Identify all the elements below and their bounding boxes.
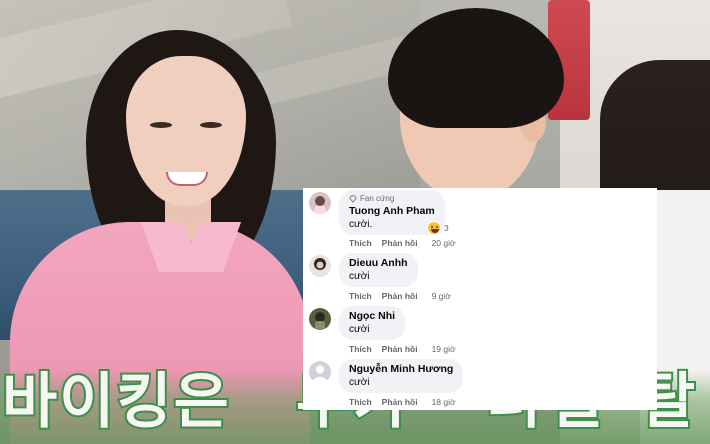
comment-time[interactable]: 19 giờ [432,344,456,354]
comment-panel: Fan cứng Tuong Anh Pham cười. 3 Thích Ph… [303,188,657,410]
reply-button[interactable]: Phản hồi [382,344,418,354]
comment-actions: Thích Phản hồi 20 giờ [349,238,456,248]
avatar[interactable] [309,308,331,330]
like-button[interactable]: Thích [349,238,372,248]
comment-text: cười. [349,219,373,230]
badge-label: Fan cứng [360,194,395,203]
fan-badge: Fan cứng [349,194,435,203]
comment-time[interactable]: 20 giờ [432,238,456,248]
comment-actions: Thích Phản hồi 18 giờ [349,397,456,407]
comment-actions: Thích Phản hồi 19 giờ [349,344,456,354]
diamond-icon [349,194,357,203]
reaction-count: 3 [444,223,449,233]
like-button[interactable]: Thích [349,344,372,354]
like-button[interactable]: Thích [349,291,372,301]
reply-button[interactable]: Phản hồi [382,291,418,301]
default-avatar-icon [309,361,331,383]
woman-eye [150,122,172,128]
like-button[interactable]: Thích [349,397,372,407]
comment-author[interactable]: Tuong Anh Pham [349,205,435,217]
woman-eye [200,122,222,128]
comment-author[interactable]: Dieuu Anhh [349,257,408,269]
comment-actions: Thích Phản hồi 9 giờ [349,291,451,301]
subtitle-word: 바이킹은 [0,367,231,437]
avatar[interactable] [309,255,331,277]
comment-bubble: Ngọc Nhi cười [339,306,406,340]
avatar[interactable] [309,192,331,214]
comment-author[interactable]: Nguyễn Minh Hương [349,363,453,375]
haha-icon [427,221,441,235]
comment-author[interactable]: Ngọc Nhi [349,310,395,322]
avatar[interactable] [309,361,331,383]
comment-text: cười [349,271,370,282]
reply-button[interactable]: Phản hồi [382,397,418,407]
comment-text: cười [349,377,370,388]
comment-bubble: Dieuu Anhh cười [339,253,418,287]
comment-text: cười [349,324,370,335]
comment-time[interactable]: 9 giờ [432,291,451,301]
reaction-summary[interactable]: 3 [427,221,449,235]
comment-bubble: Nguyễn Minh Hương cười [339,359,464,393]
reply-button[interactable]: Phản hồi [382,238,418,248]
comment-time[interactable]: 18 giờ [432,397,456,407]
